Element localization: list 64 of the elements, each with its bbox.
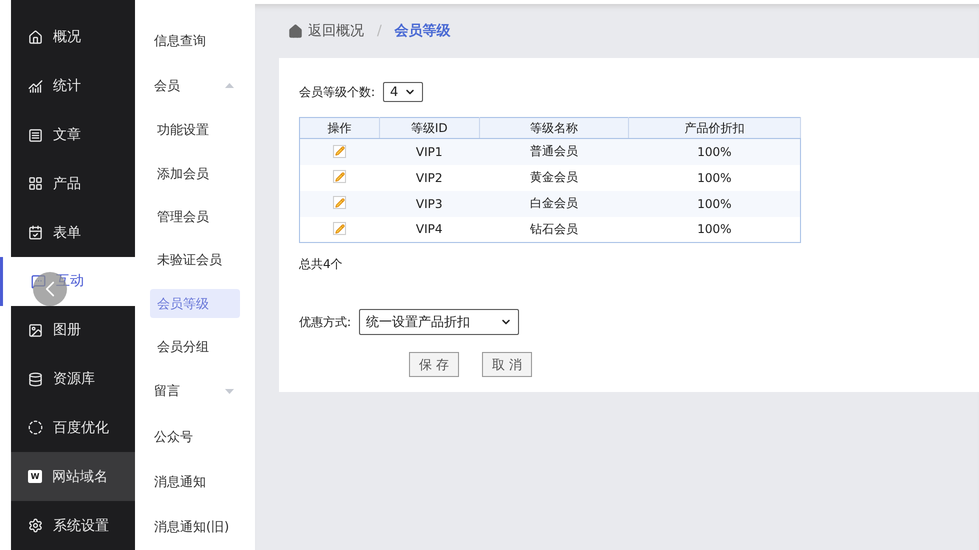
calendar-icon bbox=[28, 225, 43, 240]
nav-item[interactable]: 表单 bbox=[11, 208, 135, 258]
nav-item[interactable]: W 网站域名 bbox=[11, 452, 135, 502]
column-header: 等级名称 bbox=[479, 118, 629, 138]
home-icon bbox=[288, 24, 303, 38]
caret-up-icon bbox=[225, 83, 234, 88]
nav-item[interactable]: 概况 bbox=[11, 0, 135, 62]
submenu-item[interactable]: 信息查询 bbox=[150, 18, 240, 64]
submenu-item[interactable]: 功能设置 bbox=[150, 108, 240, 152]
image-icon bbox=[28, 322, 43, 338]
table-cell: 白金会员 bbox=[479, 190, 629, 216]
table-cell: VIP1 bbox=[379, 138, 480, 164]
back-link[interactable]: 返回概况 bbox=[288, 22, 364, 40]
column-header: 操作 bbox=[300, 118, 380, 138]
submenu-item[interactable]: 消息通知 bbox=[150, 459, 240, 505]
submenu-group[interactable]: 会员 bbox=[150, 63, 240, 109]
submenu-item[interactable]: 公众号 bbox=[150, 414, 240, 460]
submenu-item[interactable]: 消息通知(旧) bbox=[150, 504, 240, 550]
edit-icon[interactable] bbox=[333, 222, 346, 235]
logo-icon: W bbox=[28, 470, 42, 484]
database-icon bbox=[28, 372, 43, 387]
submenu-item[interactable]: 会员分组 bbox=[150, 325, 240, 369]
nav-item[interactable]: 图册 bbox=[11, 306, 135, 355]
table-cell: 100% bbox=[628, 138, 800, 164]
discount-mode-select[interactable]: 统一设置产品折扣 bbox=[359, 309, 520, 335]
table-cell: VIP3 bbox=[379, 190, 480, 216]
save-button[interactable]: 保 存 bbox=[409, 352, 459, 377]
breadcrumb-current: 会员等级 bbox=[394, 22, 451, 40]
submenu-item[interactable]: 添加会员 bbox=[150, 152, 240, 196]
column-header: 等级ID bbox=[379, 118, 480, 138]
table-cell: 普通会员 bbox=[479, 138, 629, 164]
edit-icon[interactable] bbox=[333, 170, 346, 184]
grid-icon bbox=[28, 176, 43, 192]
table-cell: 100% bbox=[628, 164, 800, 190]
column-header: 产品价折扣 bbox=[628, 118, 800, 138]
submenu-group[interactable]: 留言 bbox=[150, 368, 240, 414]
table-cell: 100% bbox=[628, 190, 800, 216]
gear-icon bbox=[28, 518, 43, 534]
level-count-select[interactable]: 4 bbox=[383, 82, 424, 102]
nav-item[interactable]: 资源库 bbox=[11, 354, 135, 404]
table-cell: 钻石会员 bbox=[479, 216, 629, 242]
table-cell: VIP2 bbox=[379, 164, 480, 190]
nav-item[interactable]: 统计 bbox=[11, 62, 135, 111]
nav-item[interactable]: 系统设置 bbox=[11, 501, 135, 550]
document-icon bbox=[28, 128, 43, 143]
total-count: 总共4个 bbox=[299, 256, 344, 273]
caret-down-icon bbox=[225, 388, 234, 394]
nav-item[interactable]: 产品 bbox=[11, 159, 135, 208]
field-label: 会员等级个数: bbox=[299, 84, 376, 100]
home-icon bbox=[28, 30, 43, 45]
submenu-item[interactable]: 未验证会员 bbox=[150, 238, 240, 282]
edit-icon[interactable] bbox=[333, 196, 346, 210]
chart-icon bbox=[28, 78, 43, 94]
nav-item[interactable]: 文章 bbox=[11, 110, 135, 160]
cancel-button[interactable]: 取 消 bbox=[482, 352, 532, 377]
submenu-item[interactable]: 管理会员 bbox=[150, 195, 240, 239]
edit-icon[interactable] bbox=[333, 144, 346, 158]
breadcrumb-separator: / bbox=[377, 23, 382, 39]
table-cell: 黄金会员 bbox=[479, 164, 629, 190]
nav-item[interactable]: 百度优化 bbox=[11, 404, 135, 452]
circle-icon bbox=[28, 420, 43, 436]
field-label: 优惠方式: bbox=[299, 314, 352, 330]
table-cell: 100% bbox=[628, 216, 800, 242]
table-cell: VIP4 bbox=[379, 216, 480, 242]
